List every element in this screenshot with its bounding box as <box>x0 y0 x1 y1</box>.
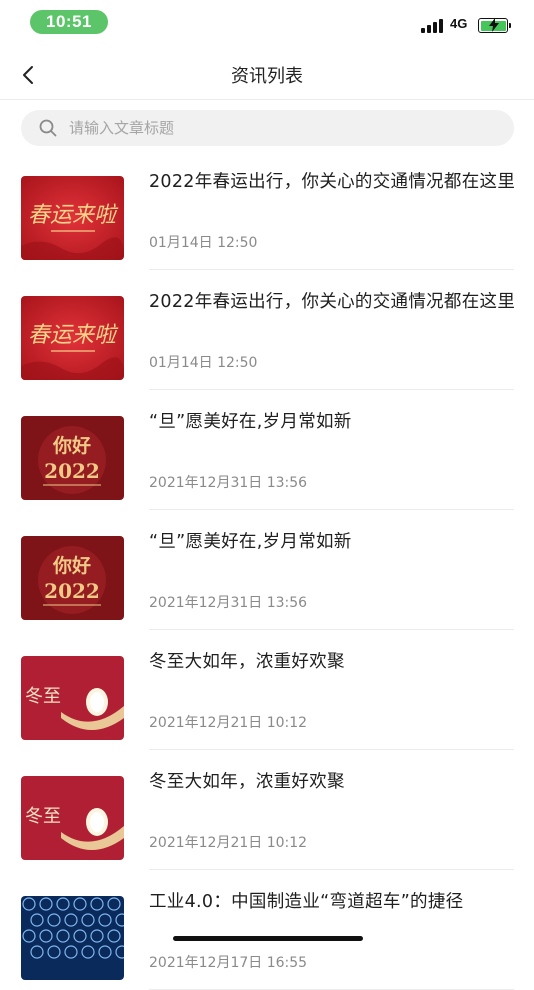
svg-text:你好: 你好 <box>52 434 91 457</box>
article-title: 冬至大如年，浓重好欢聚 <box>149 772 345 792</box>
search-input[interactable] <box>69 110 499 146</box>
article-date: 2021年12月21日 10:12 <box>149 715 308 731</box>
svg-text:2022: 2022 <box>44 579 100 603</box>
article-item[interactable]: 春运来啦 2022年春运出行，你关心的交通情况都在这里 01月14日 12:50 <box>0 150 534 270</box>
svg-text:冬至: 冬至 <box>25 806 61 827</box>
search-icon <box>39 119 57 137</box>
svg-text:春运来啦: 春运来啦 <box>28 323 119 348</box>
article-title: 2022年春运出行，你关心的交通情况都在这里 <box>149 292 516 312</box>
article-date: 01月14日 12:50 <box>149 355 258 371</box>
status-time: 10:51 <box>30 10 108 34</box>
home-indicator <box>173 936 363 941</box>
battery-charging-icon <box>478 18 511 33</box>
svg-text:2022: 2022 <box>44 459 100 483</box>
nav-bar: 资讯列表 <box>0 50 534 100</box>
network-label: 4G <box>450 16 468 31</box>
article-date: 01月14日 12:50 <box>149 235 258 251</box>
article-title: 冬至大如年，浓重好欢聚 <box>149 652 345 672</box>
article-thumbnail <box>21 896 124 980</box>
article-date: 2021年12月17日 16:55 <box>149 955 308 971</box>
article-thumbnail: 冬至 <box>21 776 124 860</box>
article-title: 2022年春运出行，你关心的交通情况都在这里 <box>149 172 516 192</box>
article-thumbnail: 你好 2022 <box>21 416 124 500</box>
article-thumbnail: 春运来啦 <box>21 296 124 380</box>
article-item[interactable]: 工业4.0：中国制造业“弯道超车”的捷径 2021年12月17日 16:55 <box>0 870 534 990</box>
article-date: 2021年12月21日 10:12 <box>149 835 308 851</box>
article-item[interactable]: 你好 2022 “旦”愿美好在,岁月常如新 2021年12月31日 13:56 <box>0 510 534 630</box>
article-item[interactable]: 你好 2022 “旦”愿美好在,岁月常如新 2021年12月31日 13:56 <box>0 390 534 510</box>
status-bar: 10:51 4G <box>0 0 534 46</box>
search-bar[interactable] <box>21 110 514 146</box>
article-item[interactable]: 冬至 冬至大如年，浓重好欢聚 2021年12月21日 10:12 <box>0 750 534 870</box>
article-title: “旦”愿美好在,岁月常如新 <box>149 532 352 552</box>
article-thumbnail: 冬至 <box>21 656 124 740</box>
article-date: 2021年12月31日 13:56 <box>149 595 308 611</box>
article-item[interactable]: 春运来啦 2022年春运出行，你关心的交通情况都在这里 01月14日 12:50 <box>0 270 534 390</box>
article-thumbnail: 你好 2022 <box>21 536 124 620</box>
svg-text:春运来啦: 春运来啦 <box>28 203 119 228</box>
article-title: “旦”愿美好在,岁月常如新 <box>149 412 352 432</box>
article-thumbnail: 春运来啦 <box>21 176 124 260</box>
article-title: 工业4.0：中国制造业“弯道超车”的捷径 <box>149 892 464 912</box>
svg-text:冬至: 冬至 <box>25 686 61 707</box>
svg-text:你好: 你好 <box>52 554 91 577</box>
article-item[interactable]: 冬至 冬至大如年，浓重好欢聚 2021年12月21日 10:12 <box>0 630 534 750</box>
page-title: 资讯列表 <box>231 66 303 87</box>
signal-icon <box>421 18 445 33</box>
article-date: 2021年12月31日 13:56 <box>149 475 308 491</box>
